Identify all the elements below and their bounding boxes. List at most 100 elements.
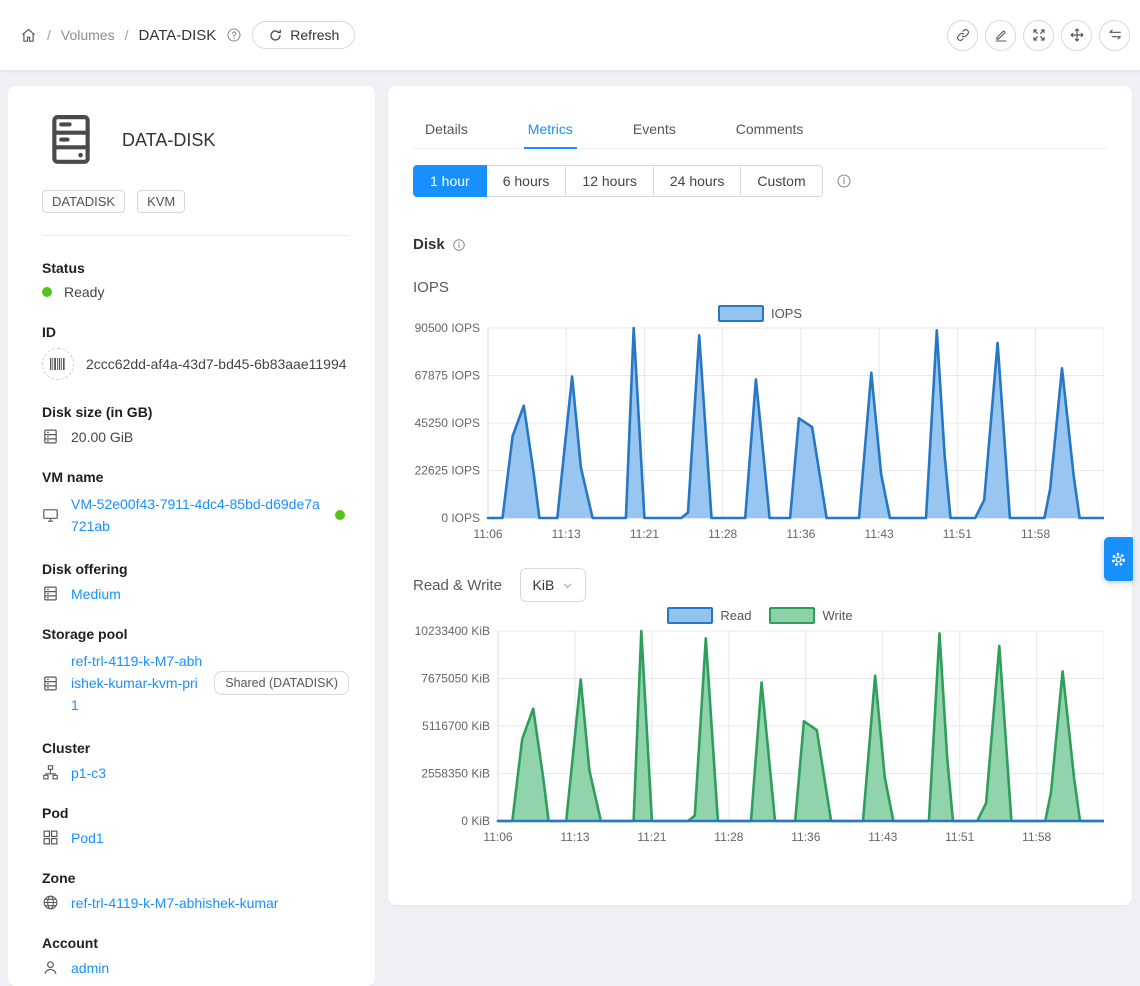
field-label: Status <box>42 260 349 276</box>
breadcrumb-volumes-link[interactable]: Volumes <box>61 27 115 43</box>
svg-text:11:43: 11:43 <box>868 830 897 844</box>
legend-label: Write <box>822 608 852 623</box>
database-icon <box>42 585 59 602</box>
svg-text:11:13: 11:13 <box>560 830 589 844</box>
field-cluster: Cluster p1-c3 <box>42 740 349 781</box>
swap-button[interactable] <box>1099 20 1130 51</box>
detail-card: Details Metrics Events Comments 1 hour 6… <box>388 86 1132 905</box>
legend-label: IOPS <box>771 306 802 321</box>
user-icon <box>42 959 59 976</box>
range-1-hour-button[interactable]: 1 hour <box>413 165 487 197</box>
legend-item-iops[interactable]: IOPS <box>718 305 802 322</box>
iops-chart-title: IOPS <box>413 279 449 296</box>
range-custom-button[interactable]: Custom <box>740 165 822 197</box>
svg-text:0 IOPS: 0 IOPS <box>441 511 480 525</box>
svg-text:45250 IOPS: 45250 IOPS <box>415 416 480 430</box>
read-write-legend: Read Write <box>388 607 1132 624</box>
account-link[interactable]: admin <box>71 960 109 976</box>
tab-details[interactable]: Details <box>425 110 468 148</box>
tag-kvm[interactable]: KVM <box>137 190 185 213</box>
field-label: Disk offering <box>42 561 349 577</box>
question-circle-icon[interactable] <box>226 27 242 43</box>
edit-button[interactable] <box>985 20 1016 51</box>
link-button[interactable] <box>947 20 978 51</box>
iops-chart: 0 IOPS22625 IOPS45250 IOPS67875 IOPS9050… <box>412 300 1104 552</box>
vm-name-link[interactable]: VM-52e00f43-7911-4dc4-85bd-d69de7a721ab <box>71 493 323 537</box>
action-toolbar <box>947 0 1130 70</box>
reload-icon <box>268 28 283 43</box>
tab-metrics[interactable]: Metrics <box>528 110 573 148</box>
svg-text:7675050 KiB: 7675050 KiB <box>421 672 490 686</box>
refresh-label: Refresh <box>290 27 339 43</box>
desktop-icon <box>42 507 59 524</box>
top-bar: / Volumes / DATA-DISK Refresh <box>0 0 1140 70</box>
disk-offering-link[interactable]: Medium <box>71 586 121 602</box>
gear-icon <box>1109 550 1128 569</box>
tag-row: DATADISK KVM <box>42 190 349 213</box>
info-circle-icon[interactable] <box>836 173 852 189</box>
legend-label: Read <box>720 608 751 623</box>
svg-text:11:21: 11:21 <box>637 830 666 844</box>
resource-header: DATA-DISK <box>48 114 349 166</box>
range-6-hours-button[interactable]: 6 hours <box>486 165 567 197</box>
field-id: ID 2ccc62dd-af4a-43d7-bd45-6b83aae11994 <box>42 324 349 380</box>
settings-drawer-button[interactable] <box>1104 537 1133 581</box>
range-24-hours-button[interactable]: 24 hours <box>653 165 741 197</box>
page: / Volumes / DATA-DISK Refresh <box>0 0 1140 948</box>
fullscreen-button[interactable] <box>1023 20 1054 51</box>
breadcrumb: / Volumes / DATA-DISK Refresh <box>20 0 355 70</box>
storage-scope-badge: Shared (DATADISK) <box>214 671 349 695</box>
range-12-hours-button[interactable]: 12 hours <box>565 165 653 197</box>
field-account: Account admin <box>42 935 349 976</box>
info-circle-icon[interactable] <box>452 238 466 252</box>
field-label: Disk size (in GB) <box>42 404 349 420</box>
svg-text:11:06: 11:06 <box>473 527 502 541</box>
global-icon <box>42 894 59 911</box>
legend-item-read[interactable]: Read <box>667 607 751 624</box>
refresh-button[interactable]: Refresh <box>252 21 355 49</box>
write-swatch <box>769 607 815 624</box>
link-icon <box>955 27 971 43</box>
svg-text:67875 IOPS: 67875 IOPS <box>415 369 480 383</box>
appstore-icon <box>42 829 59 846</box>
tab-comments[interactable]: Comments <box>736 110 804 148</box>
tab-inkbar <box>524 147 577 149</box>
unit-select[interactable]: KiB <box>520 568 586 602</box>
zone-link[interactable]: ref-trl-4119-k-M7-abhishek-kumar <box>71 895 278 911</box>
move-icon <box>1069 27 1085 43</box>
move-button[interactable] <box>1061 20 1092 51</box>
tab-bar: Details Metrics Events Comments <box>412 110 1108 149</box>
svg-text:10233400 KiB: 10233400 KiB <box>415 624 490 638</box>
home-icon[interactable] <box>20 27 37 44</box>
field-status: Status Ready <box>42 260 349 300</box>
iops-legend: IOPS <box>388 305 1132 322</box>
field-label: Zone <box>42 870 349 886</box>
page-title: DATA-DISK <box>122 130 215 151</box>
field-label: Storage pool <box>42 626 349 642</box>
volume-info-card: DATA-DISK DATADISK KVM Status Ready ID 2… <box>8 86 375 986</box>
volume-icon <box>48 114 94 166</box>
cluster-link[interactable]: p1-c3 <box>71 765 106 781</box>
svg-text:11:43: 11:43 <box>865 527 894 541</box>
field-label: Account <box>42 935 349 951</box>
breadcrumb-separator: / <box>47 27 51 43</box>
status-value: Ready <box>64 284 104 300</box>
time-range-row: 1 hour 6 hours 12 hours 24 hours Custom <box>413 165 852 197</box>
storage-pool-link[interactable]: ref-trl-4119-k-M7-abhishek-kumar-kvm-pri… <box>71 650 202 716</box>
svg-text:11:51: 11:51 <box>945 830 974 844</box>
field-label: VM name <box>42 469 349 485</box>
database-icon <box>42 428 59 445</box>
edit-icon <box>993 27 1009 43</box>
tab-events[interactable]: Events <box>633 110 676 148</box>
tag-datadisk[interactable]: DATADISK <box>42 190 125 213</box>
svg-text:11:28: 11:28 <box>708 527 737 541</box>
breadcrumb-current: DATA-DISK <box>138 27 216 44</box>
legend-item-write[interactable]: Write <box>769 607 852 624</box>
iops-swatch <box>718 305 764 322</box>
svg-text:0 KiB: 0 KiB <box>461 814 490 828</box>
pod-link[interactable]: Pod1 <box>71 830 104 846</box>
field-disk-size: Disk size (in GB) 20.00 GiB <box>42 404 349 445</box>
time-range-group: 1 hour 6 hours 12 hours 24 hours Custom <box>413 165 823 197</box>
field-pod: Pod Pod1 <box>42 805 349 846</box>
svg-text:11:28: 11:28 <box>714 830 743 844</box>
